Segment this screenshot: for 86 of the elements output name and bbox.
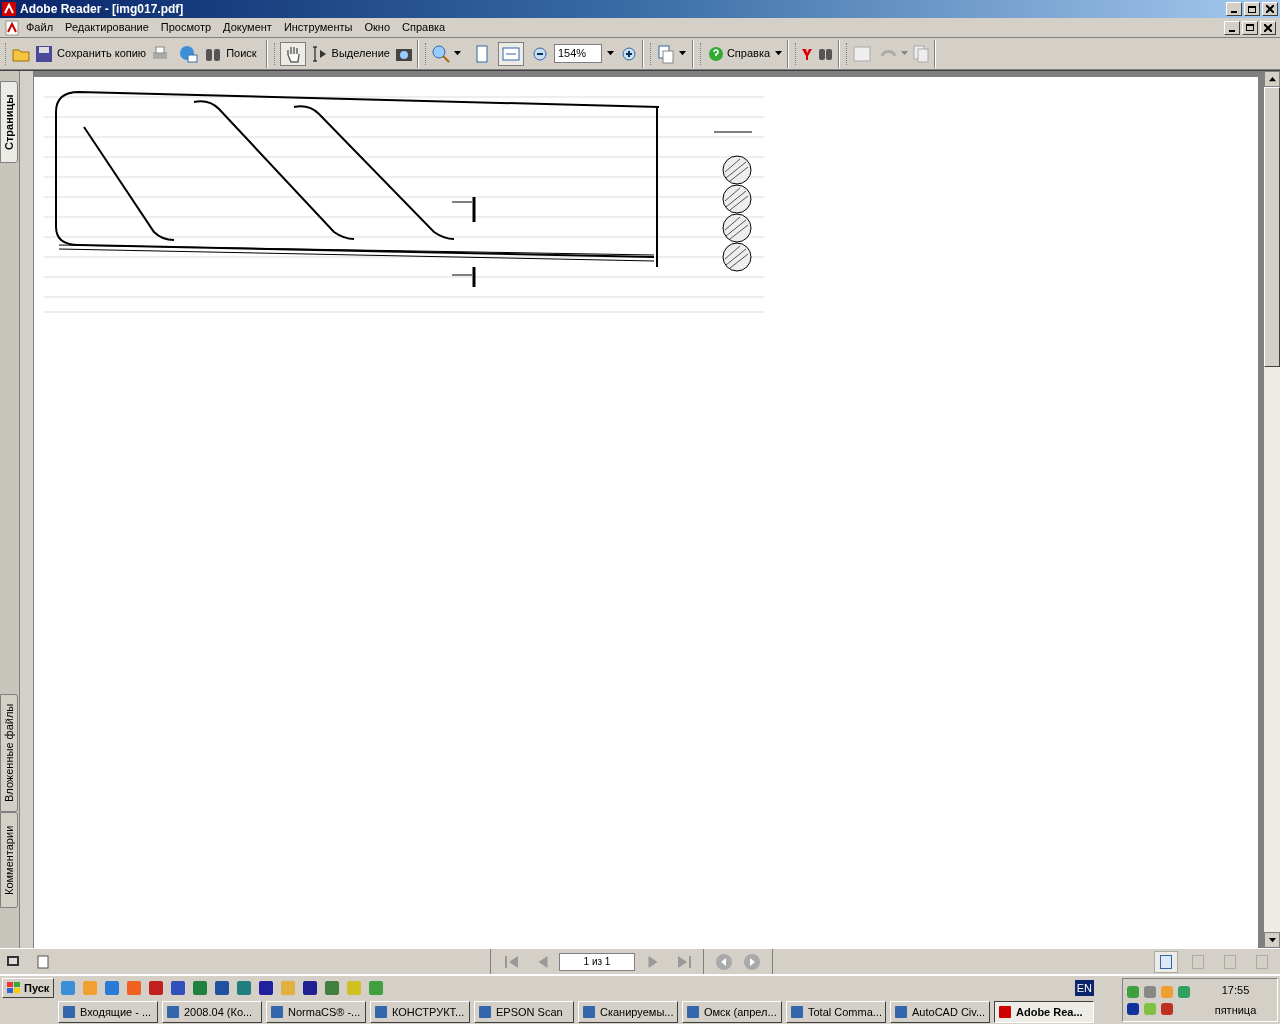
- app-icon: [686, 1005, 700, 1019]
- search-button[interactable]: Поиск: [198, 41, 263, 66]
- page-icon[interactable]: [36, 954, 50, 969]
- menu-item[interactable]: Документ: [217, 19, 278, 36]
- page-layout-button[interactable]: [1154, 950, 1178, 973]
- app-icon: [166, 1005, 180, 1019]
- side-tab[interactable]: Страницы: [0, 81, 18, 163]
- first-page-icon[interactable]: [505, 954, 519, 969]
- side-tab[interactable]: Комментарии: [0, 812, 18, 908]
- windows-logo-icon: [7, 982, 21, 994]
- menu-item[interactable]: Редактирование: [59, 19, 155, 36]
- restore-button[interactable]: [1244, 2, 1260, 16]
- caret-icon[interactable]: [453, 50, 461, 57]
- down-arrow-icon: [1268, 936, 1276, 944]
- scroll-thumb[interactable]: [1264, 87, 1280, 367]
- select-tool-button[interactable]: Выделение: [305, 41, 394, 66]
- restore-button[interactable]: [1242, 20, 1258, 35]
- app-icon: [790, 1005, 804, 1019]
- taskbar-button[interactable]: Total Comma...: [786, 1001, 886, 1023]
- start-button[interactable]: Пуск: [2, 978, 55, 998]
- quick-launch-icon[interactable]: [258, 980, 275, 996]
- app-icon: [998, 1005, 1012, 1019]
- close-button[interactable]: [1262, 2, 1278, 16]
- forward-icon[interactable]: [744, 953, 760, 970]
- app-icon: [582, 1005, 596, 1019]
- app-icon: [374, 1005, 388, 1019]
- app-icon: [270, 1005, 284, 1019]
- globe-mail-icon[interactable]: [178, 43, 199, 64]
- quick-launch-icon[interactable]: [170, 980, 187, 996]
- close-button[interactable]: [1260, 20, 1276, 35]
- app-icon: [62, 1005, 76, 1019]
- hand-tool-button[interactable]: [279, 41, 306, 66]
- close-icon: [1264, 23, 1272, 32]
- page-number-field[interactable]: 1 из 1: [559, 952, 635, 971]
- scroll-up-button[interactable]: [1264, 71, 1280, 87]
- next-page-icon[interactable]: [647, 955, 659, 968]
- documents-icon[interactable]: [911, 43, 932, 64]
- quick-launch-icon[interactable]: [214, 980, 231, 996]
- fit-width-button[interactable]: [497, 41, 524, 66]
- scroll-down-button[interactable]: [1264, 932, 1280, 948]
- taskbar-button[interactable]: 2008.04 (Ко...: [162, 1001, 262, 1023]
- zoom-field[interactable]: 154%: [553, 44, 602, 63]
- taskbar-button[interactable]: Входящие - ...: [58, 1001, 158, 1023]
- menu-item[interactable]: Окно: [358, 19, 397, 36]
- pdf-icon: [4, 19, 20, 36]
- taskbar-button[interactable]: Омск (апрел...: [682, 1001, 782, 1023]
- up-arrow-icon: [1268, 75, 1276, 83]
- app-icon: [894, 1005, 908, 1019]
- minimize-button[interactable]: [1226, 2, 1242, 16]
- clock-day: пятница: [1214, 1000, 1257, 1020]
- caret-icon[interactable]: [678, 50, 686, 57]
- minimize-button[interactable]: [1224, 20, 1240, 35]
- menu-item[interactable]: Просмотр: [154, 19, 218, 36]
- fit-width-icon: [501, 44, 520, 63]
- window-title: Adobe Reader - [img017.pdf]: [20, 1, 184, 18]
- save-copy-button[interactable]: Сохранить копию: [31, 41, 151, 66]
- help-icon: [707, 45, 724, 62]
- scrollbar[interactable]: [1264, 71, 1280, 948]
- language-indicator[interactable]: EN: [1074, 979, 1094, 997]
- hand-icon: [284, 44, 301, 63]
- monitor-icon[interactable]: [6, 954, 20, 969]
- close-icon: [1266, 5, 1274, 13]
- taskbar-button[interactable]: AutoCAD Civ...: [890, 1001, 990, 1023]
- last-page-icon[interactable]: [677, 954, 691, 969]
- caret-icon: [775, 50, 783, 57]
- taskbar-button[interactable]: КОНСТРУКТ...: [370, 1001, 470, 1023]
- previous-page-icon[interactable]: [537, 955, 549, 968]
- app-icon: [478, 1005, 492, 1019]
- app-icon: [2, 2, 16, 16]
- menu-item[interactable]: Файл: [20, 19, 60, 36]
- floppy-icon: [35, 44, 53, 63]
- taskbar-button[interactable]: Сканируемы...: [578, 1001, 678, 1023]
- back-icon[interactable]: [716, 953, 732, 970]
- tray-icon[interactable]: [1126, 1001, 1140, 1016]
- side-tab[interactable]: Вложенные файлы: [0, 694, 18, 812]
- clock-time: 17:55: [1221, 983, 1250, 998]
- help-button[interactable]: Справка: [705, 41, 785, 66]
- menu-item[interactable]: Справка: [396, 19, 452, 36]
- caret-icon[interactable]: [606, 50, 614, 57]
- taskbar-button[interactable]: EPSON Scan: [474, 1001, 574, 1023]
- menu-item[interactable]: Инструменты: [277, 19, 359, 36]
- tray-icon[interactable]: [1160, 1001, 1174, 1016]
- quick-launch-icon[interactable]: [148, 980, 165, 996]
- taskbar-button[interactable]: Adobe Rea...: [994, 1001, 1094, 1023]
- quick-launch-icon[interactable]: [302, 980, 319, 996]
- taskbar-button[interactable]: NormaCS® -...: [266, 1001, 366, 1023]
